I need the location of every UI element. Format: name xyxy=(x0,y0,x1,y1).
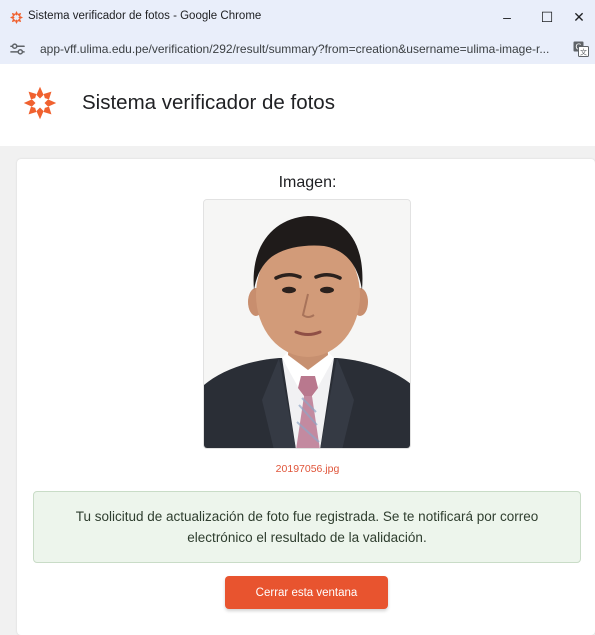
orange-star-favicon-icon xyxy=(10,11,23,24)
alert-message: Tu solicitud de actualización de foto fu… xyxy=(75,509,539,545)
uploaded-photo xyxy=(203,199,411,449)
minimize-button[interactable]: – xyxy=(493,5,521,29)
close-window-button[interactable]: ✕ xyxy=(565,5,593,29)
image-heading: Imagen: xyxy=(278,174,337,191)
address-bar[interactable]: app-vff.ulima.edu.pe/verification/292/re… xyxy=(0,34,595,64)
maximize-button[interactable]: ☐ xyxy=(533,5,561,29)
svg-text:文: 文 xyxy=(580,48,587,57)
window-titlebar: Sistema verificador de fotos - Google Ch… xyxy=(0,0,595,34)
url-text[interactable]: app-vff.ulima.edu.pe/verification/292/re… xyxy=(40,42,560,56)
app-title: Sistema verificador de fotos xyxy=(82,91,335,114)
photo-filename: 20197056.jpg xyxy=(275,463,340,475)
app-header: Sistema verificador de fotos xyxy=(0,64,595,146)
orange-star-logo-icon xyxy=(23,86,57,120)
site-settings-icon[interactable] xyxy=(10,42,25,56)
success-alert: Tu solicitud de actualización de foto fu… xyxy=(33,491,581,563)
translate-icon[interactable]: G 文 xyxy=(573,41,589,57)
close-window-button-primary[interactable]: Cerrar esta ventana xyxy=(225,576,388,609)
window-title: Sistema verificador de fotos - Google Ch… xyxy=(28,10,262,22)
person-portrait-photo xyxy=(204,200,410,448)
